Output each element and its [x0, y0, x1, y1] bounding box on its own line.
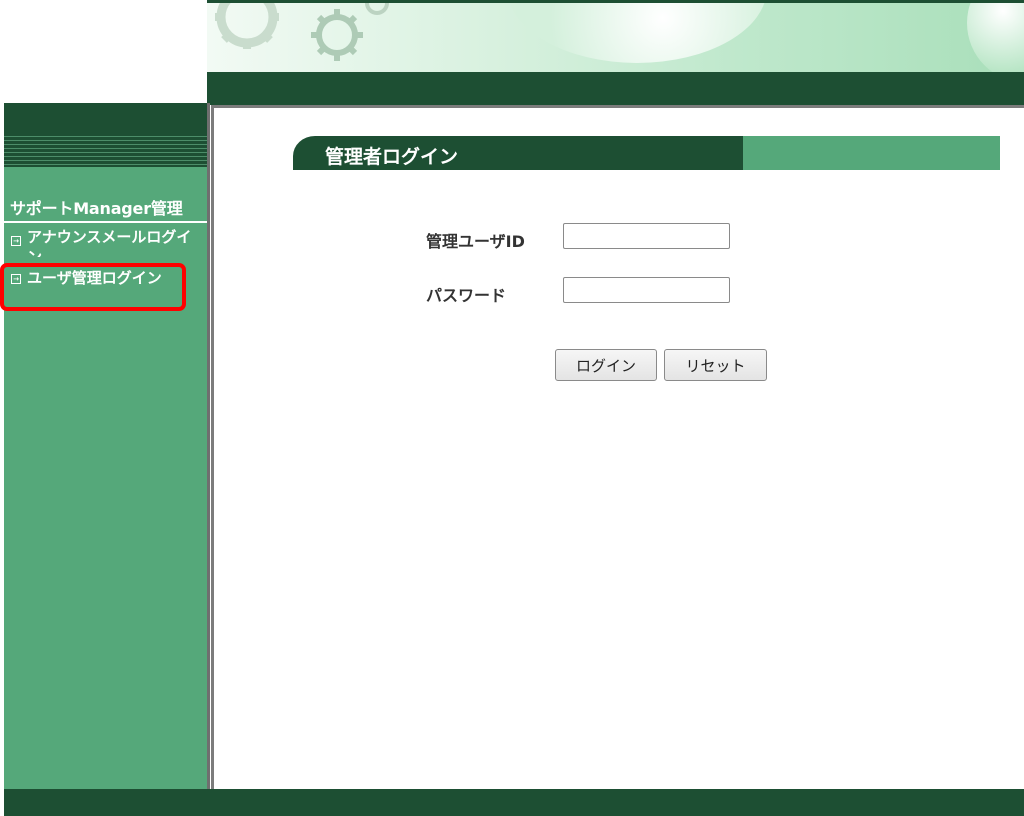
sidebar-item-label: ユーザ管理ログイン [27, 269, 162, 287]
sidebar-title: サポートManager管理 [4, 195, 207, 223]
menu-square-icon: → [11, 274, 21, 284]
sidebar-item-announce-mail-login[interactable]: → アナウンスメールログイン [4, 223, 207, 257]
section-header: 管理者ログイン [293, 136, 1000, 170]
menu-square-icon: → [11, 236, 21, 246]
main-content [211, 105, 1024, 789]
password-input[interactable] [563, 277, 730, 303]
password-label: パスワード [426, 286, 507, 305]
header-banner [207, 0, 1024, 72]
footer-bar [4, 789, 1024, 816]
top-bar [207, 72, 1024, 105]
sidebar-item-label: アナウンスメールログイン [27, 228, 192, 257]
section-header-light [743, 136, 1000, 170]
sidebar-item-user-admin-login[interactable]: → ユーザ管理ログイン [4, 263, 207, 288]
sidebar: サポートManager管理 → アナウンスメールログイン → ユーザ管理ログイン [4, 103, 207, 789]
banner-globe-decoration [967, 3, 1024, 72]
sidebar-header-stripes [4, 133, 207, 165]
reset-button[interactable]: リセット [664, 349, 767, 381]
gear-icon [215, 3, 389, 61]
page-title: 管理者ログイン [325, 146, 459, 168]
user-id-label: 管理ユーザID [426, 232, 525, 251]
sidebar-header [4, 103, 207, 167]
banner-bubble-decoration [507, 3, 767, 63]
user-id-input[interactable] [563, 223, 730, 249]
login-button[interactable]: ログイン [555, 349, 657, 381]
